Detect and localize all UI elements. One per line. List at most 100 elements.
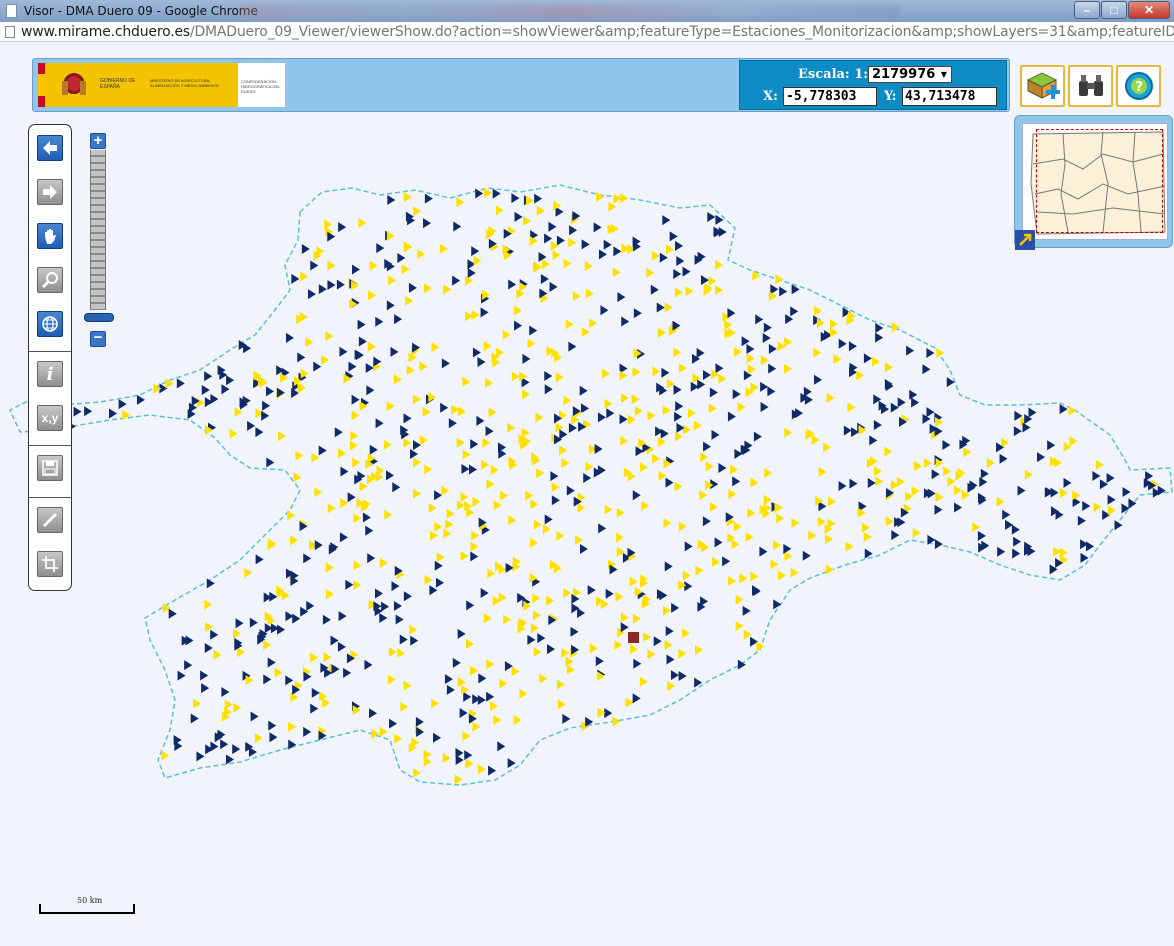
- station-marker[interactable]: [249, 617, 258, 628]
- station-marker[interactable]: [511, 193, 520, 204]
- station-marker[interactable]: [349, 440, 358, 451]
- station-marker[interactable]: [563, 587, 572, 598]
- station-marker[interactable]: [931, 469, 940, 480]
- station-marker[interactable]: [431, 342, 440, 353]
- station-marker[interactable]: [541, 259, 550, 270]
- station-marker[interactable]: [755, 314, 764, 325]
- station-marker[interactable]: [369, 444, 378, 455]
- station-marker[interactable]: [390, 346, 399, 357]
- station-marker[interactable]: [508, 515, 517, 526]
- station-marker[interactable]: [977, 530, 986, 541]
- station-marker[interactable]: [297, 352, 306, 363]
- zoom-slider-track[interactable]: [90, 150, 106, 310]
- station-marker[interactable]: [556, 235, 565, 246]
- station-marker[interactable]: [651, 250, 660, 261]
- station-marker[interactable]: [340, 498, 349, 509]
- station-marker[interactable]: [597, 465, 606, 476]
- station-marker[interactable]: [685, 286, 694, 297]
- station-marker[interactable]: [190, 713, 199, 724]
- station-marker[interactable]: [511, 371, 520, 382]
- station-marker[interactable]: [613, 246, 622, 257]
- station-marker[interactable]: [330, 635, 339, 646]
- station-marker[interactable]: [657, 327, 666, 338]
- station-marker[interactable]: [670, 670, 679, 681]
- station-marker[interactable]: [387, 195, 396, 206]
- station-marker[interactable]: [174, 741, 183, 752]
- station-marker[interactable]: [1095, 459, 1104, 470]
- station-marker[interactable]: [484, 188, 493, 199]
- station-marker[interactable]: [824, 533, 833, 544]
- station-marker[interactable]: [371, 728, 380, 739]
- station-marker[interactable]: [205, 621, 214, 632]
- station-marker[interactable]: [575, 535, 584, 546]
- station-marker[interactable]: [322, 614, 331, 625]
- station-marker[interactable]: [339, 346, 348, 357]
- station-marker[interactable]: [665, 477, 674, 488]
- station-marker[interactable]: [764, 468, 773, 479]
- station-marker[interactable]: [433, 732, 442, 743]
- station-marker[interactable]: [861, 522, 870, 533]
- station-marker[interactable]: [551, 482, 560, 493]
- station-marker[interactable]: [470, 551, 479, 562]
- station-marker[interactable]: [632, 366, 641, 377]
- station-marker[interactable]: [804, 394, 813, 405]
- station-marker[interactable]: [675, 401, 684, 412]
- station-marker[interactable]: [580, 403, 589, 414]
- station-marker[interactable]: [1106, 473, 1115, 484]
- station-marker[interactable]: [660, 428, 669, 439]
- station-marker[interactable]: [417, 248, 426, 259]
- station-marker[interactable]: [783, 543, 792, 554]
- station-marker[interactable]: [544, 514, 553, 525]
- station-marker[interactable]: [367, 553, 376, 564]
- full-extent-button[interactable]: [37, 311, 63, 337]
- scale-select[interactable]: 2179976 ▼: [868, 66, 952, 83]
- station-marker[interactable]: [369, 260, 378, 271]
- station-marker[interactable]: [460, 551, 469, 562]
- url-text[interactable]: www.mirame.chduero.es/DMADuero_09_Viewer…: [21, 24, 1174, 40]
- station-marker[interactable]: [184, 660, 193, 671]
- station-marker[interactable]: [507, 422, 516, 433]
- station-marker[interactable]: [161, 750, 170, 761]
- station-marker[interactable]: [1047, 440, 1056, 451]
- station-marker[interactable]: [434, 521, 443, 532]
- station-marker[interactable]: [213, 649, 222, 660]
- station-marker[interactable]: [381, 601, 390, 612]
- station-marker[interactable]: [357, 319, 366, 330]
- station-marker[interactable]: [306, 600, 315, 611]
- station-marker[interactable]: [310, 703, 319, 714]
- station-marker[interactable]: [826, 392, 835, 403]
- station-marker[interactable]: [386, 230, 395, 241]
- station-marker[interactable]: [318, 284, 327, 295]
- station-marker[interactable]: [561, 457, 570, 468]
- station-marker[interactable]: [310, 652, 319, 663]
- station-marker[interactable]: [911, 397, 920, 408]
- station-marker[interactable]: [413, 488, 422, 499]
- station-marker[interactable]: [813, 347, 822, 358]
- station-marker[interactable]: [703, 441, 712, 452]
- station-marker[interactable]: [775, 274, 784, 285]
- station-marker[interactable]: [388, 275, 397, 286]
- station-marker[interactable]: [503, 614, 512, 625]
- station-marker[interactable]: [424, 464, 433, 475]
- station-marker[interactable]: [682, 424, 691, 435]
- station-marker[interactable]: [405, 295, 414, 306]
- station-marker[interactable]: [530, 499, 539, 510]
- station-marker[interactable]: [708, 403, 717, 414]
- station-marker[interactable]: [652, 453, 661, 464]
- station-marker[interactable]: [502, 329, 511, 340]
- station-marker[interactable]: [565, 656, 574, 667]
- station-marker[interactable]: [773, 599, 782, 610]
- station-marker[interactable]: [477, 764, 486, 775]
- station-marker[interactable]: [540, 274, 549, 285]
- station-marker[interactable]: [521, 427, 530, 438]
- station-marker[interactable]: [397, 253, 406, 264]
- station-marker[interactable]: [999, 453, 1008, 464]
- station-marker[interactable]: [818, 466, 827, 477]
- station-marker[interactable]: [632, 490, 641, 501]
- station-marker[interactable]: [409, 449, 418, 460]
- station-marker[interactable]: [652, 366, 661, 377]
- station-marker[interactable]: [709, 501, 718, 512]
- station-marker[interactable]: [598, 523, 607, 534]
- station-marker[interactable]: [456, 437, 465, 448]
- station-marker[interactable]: [532, 610, 541, 621]
